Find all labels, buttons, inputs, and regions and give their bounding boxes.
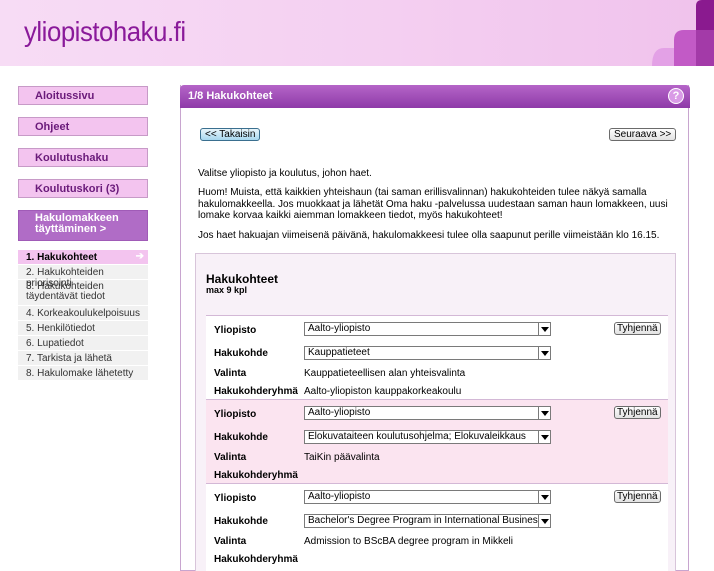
nav-ohjeet[interactable]: Ohjeet (18, 117, 148, 136)
label-hakukohde: Hakukohde (214, 516, 268, 527)
yliopisto-select-2[interactable]: Aalto-yliopisto (304, 406, 551, 420)
nav-koulutushaku[interactable]: Koulutushaku (18, 148, 148, 167)
label-hakukohderyhma: Hakukohderyhmä (214, 470, 298, 481)
select-value: Elokuvataiteen koulutusohjelma; Elokuval… (308, 431, 526, 442)
step-taydentavat-tiedot[interactable]: 3. Hakukohteiden täydentävät tiedot (18, 280, 148, 306)
step-henkilotiedot[interactable]: 5. Henkilötiedot (18, 321, 148, 336)
hakukohde-select-3[interactable]: Bachelor's Degree Program in Internation… (304, 514, 551, 528)
step-label: 1. Hakukohteet (26, 252, 98, 263)
nav-koulutuskori[interactable]: Koulutuskori (3) (18, 179, 148, 198)
chevron-down-icon (538, 515, 550, 527)
clear-button-3[interactable]: Tyhjennä (614, 490, 661, 503)
label-hakukohderyhma: Hakukohderyhmä (214, 554, 298, 565)
nav-aloitussivu[interactable]: Aloitussivu (18, 86, 148, 105)
yliopisto-select-1[interactable]: Aalto-yliopisto (304, 322, 551, 336)
select-value: Aalto-yliopisto (308, 491, 371, 502)
label-hakukohderyhma: Hakukohderyhmä (214, 386, 298, 397)
valinta-value-1: Kauppatieteellisen alan yhteisvalinta (304, 368, 466, 379)
step-hakukohteet[interactable]: 1. Hakukohteet ➔ (18, 250, 148, 265)
step-lahetetty[interactable]: 8. Hakulomake lähetetty (18, 366, 148, 381)
step-tarkista[interactable]: 7. Tarkista ja lähetä (18, 351, 148, 366)
select-value: Kauppatieteet (308, 347, 370, 358)
page-title: 1/8 Hakukohteet (188, 90, 273, 102)
hakukohde-group-1: Yliopisto Aalto-yliopisto Tyhjennä Hakuk… (206, 315, 668, 399)
label-yliopisto: Yliopisto (214, 325, 257, 336)
label-yliopisto: Yliopisto (214, 493, 257, 504)
help-icon[interactable]: ? (668, 88, 684, 104)
chevron-down-icon (538, 407, 550, 419)
panel-subtitle: max 9 kpl (206, 285, 248, 295)
label-valinta: Valinta (214, 368, 247, 379)
select-value: Aalto-yliopisto (308, 407, 371, 418)
next-button[interactable]: Seuraava >> (609, 128, 677, 141)
chevron-down-icon (538, 491, 550, 503)
chevron-down-icon (538, 323, 550, 335)
label-hakukohde: Hakukohde (214, 432, 268, 443)
hakukohde-select-1[interactable]: Kauppatieteet (304, 346, 551, 360)
notice-text: Huom! Muista, että kaikkien yhteishaun (… (198, 187, 668, 221)
page-title-bar: 1/8 Hakukohteet ? (180, 85, 690, 108)
deadline-text: Jos haet hakuajan viimeisenä päivänä, ha… (198, 230, 660, 241)
hakukohde-group-3: Yliopisto Aalto-yliopisto Tyhjennä Hakuk… (206, 483, 668, 571)
chevron-down-icon (538, 431, 550, 443)
step-kelpoisuus[interactable]: 4. Korkeakoulukelpoisuus (18, 306, 148, 321)
clear-button-2[interactable]: Tyhjennä (614, 406, 661, 419)
back-button[interactable]: << Takaisin (200, 128, 261, 141)
label-valinta: Valinta (214, 452, 247, 463)
site-header: yliopistohaku.fi (0, 0, 714, 66)
yliopisto-select-3[interactable]: Aalto-yliopisto (304, 490, 551, 504)
step-priorisointi[interactable]: 2. Hakukohteiden priorisointi (18, 265, 148, 289)
site-logo[interactable]: yliopistohaku.fi (24, 16, 186, 48)
clear-button-1[interactable]: Tyhjennä (614, 322, 661, 335)
hakukohde-group-2: Yliopisto Aalto-yliopisto Tyhjennä Hakuk… (206, 399, 668, 483)
hakukohde-select-2[interactable]: Elokuvataiteen koulutusohjelma; Elokuval… (304, 430, 551, 444)
valinta-value-3: Admission to BScBA degree program in Mik… (304, 536, 513, 547)
select-value: Bachelor's Degree Program in Internation… (308, 515, 538, 526)
ryhma-value-1: Aalto-yliopiston kauppakorkeakoulu (304, 386, 462, 397)
arrow-right-icon: ➔ (135, 251, 144, 262)
sidebar: Aloitussivu Ohjeet Koulutushaku Koulutus… (18, 86, 148, 381)
decorative-logo-icon (652, 0, 714, 66)
nav-hakulomake-active[interactable]: Hakulomakkeen täyttäminen > (18, 210, 148, 241)
panel-title: Hakukohteet (206, 272, 279, 286)
label-valinta: Valinta (214, 536, 247, 547)
intro-text: Valitse yliopisto ja koulutus, johon hae… (198, 168, 372, 179)
label-hakukohde: Hakukohde (214, 348, 268, 359)
hakukohteet-panel: Hakukohteet max 9 kpl Yliopisto Aalto-yl… (195, 253, 676, 571)
label-yliopisto: Yliopisto (214, 409, 257, 420)
main-content: 1/8 Hakukohteet ? << Takaisin Seuraava >… (180, 85, 690, 571)
select-value: Aalto-yliopisto (308, 323, 371, 334)
step-lupatiedot[interactable]: 6. Lupatiedot (18, 336, 148, 351)
chevron-down-icon (538, 347, 550, 359)
valinta-value-2: TaiKin päävalinta (304, 452, 380, 463)
step-list: 1. Hakukohteet ➔ 2. Hakukohteiden priori… (18, 250, 148, 381)
